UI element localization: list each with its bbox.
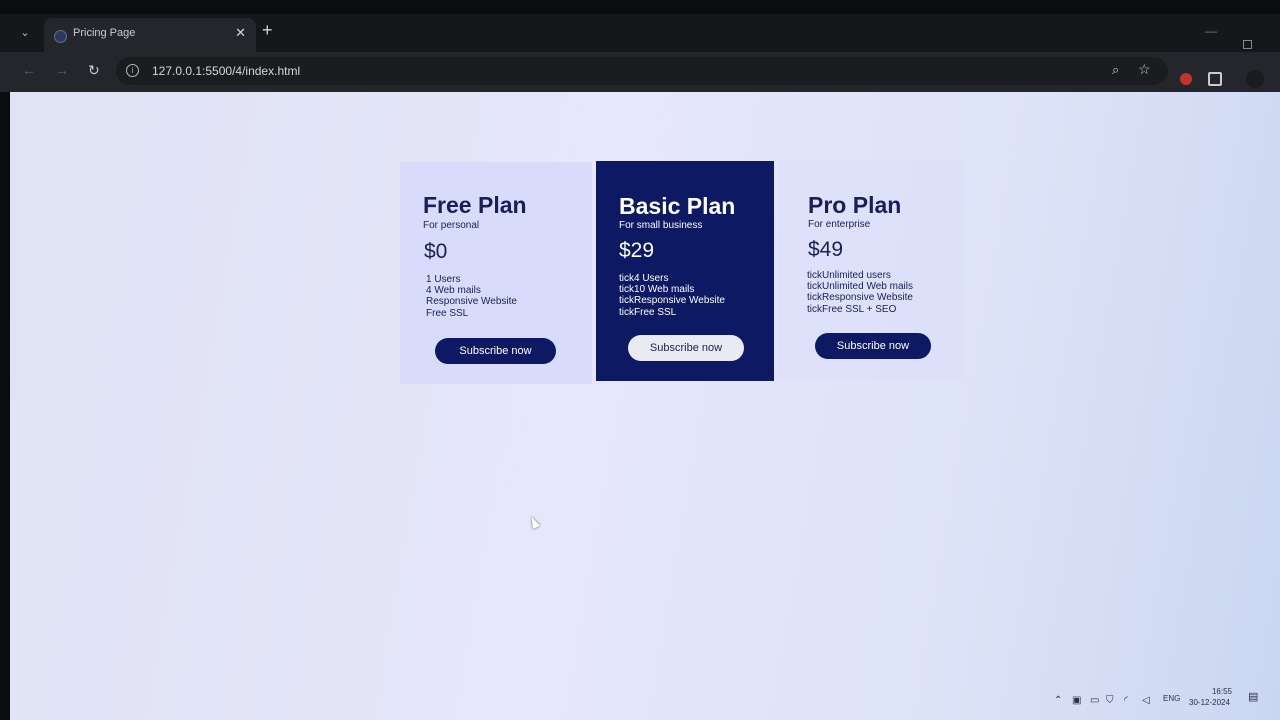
feature-item: tickResponsive Website (807, 292, 913, 304)
browser-tab[interactable]: Pricing Page ✕ (44, 18, 256, 52)
notification-icon[interactable]: ▤ (1248, 690, 1258, 703)
language-indicator[interactable]: ENG (1163, 694, 1180, 703)
feature-item: Free SSL (426, 307, 469, 319)
pricing-card-pro: Pro Plan For enterprise $49 tickUnlimite… (778, 160, 962, 380)
back-arrow-icon[interactable]: ← (22, 62, 36, 78)
plan-title: Basic Plan (619, 193, 736, 219)
security-icon[interactable]: ⛉ (1106, 695, 1114, 706)
mouse-cursor-icon (527, 514, 541, 530)
feature-item: tickFree SSL + SEO (807, 303, 897, 315)
close-tab-icon[interactable]: ✕ (235, 25, 246, 41)
profile-avatar[interactable] (1246, 70, 1264, 88)
pricing-card-basic: Basic Plan For small business $29 tick4 … (596, 161, 774, 381)
feature-item: tickFree SSL (619, 306, 677, 318)
plan-price: $49 (808, 238, 844, 261)
feature-list: 1 Users 4 Web mails Responsive Website F… (426, 274, 517, 319)
plan-title: Pro Plan (808, 192, 902, 218)
browser-toolbar: ← → ↻ i 127.0.0.1:5500/4/index.html ⌕ ☆ (0, 52, 1280, 92)
feature-item: 1 Users (426, 274, 461, 285)
feature-item: tick10 Web mails (619, 284, 695, 296)
plan-subtitle: For small business (619, 220, 703, 231)
extensions-puzzle-icon[interactable] (1208, 72, 1222, 86)
reload-icon[interactable]: ↻ (88, 62, 100, 79)
zoom-icon[interactable]: ⌕ (1112, 62, 1119, 78)
feature-item: tickUnlimited Web mails (807, 281, 913, 293)
tab-title: Pricing Page (73, 27, 136, 39)
subscribe-button[interactable]: Subscribe now (628, 335, 744, 361)
bookmark-star-icon[interactable]: ☆ (1138, 61, 1151, 78)
wifi-icon[interactable]: ◜ (1124, 695, 1128, 706)
feature-list: tickUnlimited users tickUnlimited Web ma… (807, 270, 913, 315)
plan-subtitle: For enterprise (808, 219, 871, 230)
new-tab-button[interactable]: + (262, 20, 273, 41)
plan-price: $0 (424, 240, 448, 263)
system-tray: ⌃ ▣ ▭ ⛉ ◜ ◁ ENG 16:55 30-12-2024 ▤ (1048, 687, 1273, 714)
forward-arrow-icon[interactable]: → (55, 62, 69, 78)
feature-item: 4 Web mails (426, 285, 481, 297)
minimize-icon[interactable]: — (1205, 24, 1217, 38)
clock-time[interactable]: 16:55 (1206, 687, 1238, 696)
feature-item: tick4 Users (619, 273, 669, 284)
url-text[interactable]: 127.0.0.1:5500/4/index.html (152, 64, 300, 78)
extension-icon[interactable] (1180, 73, 1192, 85)
site-info-icon[interactable]: i (126, 64, 139, 77)
plan-title: Free Plan (423, 192, 527, 218)
tab-search-chevron-icon[interactable]: ⌄ (14, 22, 36, 44)
globe-icon (54, 30, 67, 43)
plan-price: $29 (619, 239, 655, 262)
feature-item: tickResponsive Website (619, 295, 725, 307)
feature-item: Responsive Website (426, 296, 517, 308)
pricing-page: Free Plan For personal $0 1 Users 4 Web … (10, 92, 1280, 720)
browser-tab-bar: ⌄ Pricing Page ✕ + (0, 14, 1280, 52)
maximize-icon[interactable] (1243, 40, 1252, 49)
feature-item: tickUnlimited users (807, 270, 891, 281)
volume-icon[interactable]: ◁ (1142, 695, 1150, 706)
battery-icon[interactable]: ▭ (1090, 695, 1099, 706)
address-bar[interactable]: i 127.0.0.1:5500/4/index.html ⌕ ☆ (116, 57, 1168, 85)
subscribe-button[interactable]: Subscribe now (435, 338, 556, 364)
plan-subtitle: For personal (423, 220, 480, 231)
feature-list: tick4 Users tick10 Web mails tickRespons… (619, 273, 725, 318)
app-tray-icon[interactable]: ▣ (1072, 695, 1081, 706)
chevron-up-icon[interactable]: ⌃ (1054, 695, 1062, 706)
subscribe-button[interactable]: Subscribe now (815, 333, 931, 359)
clock-date[interactable]: 30-12-2024 (1189, 698, 1230, 707)
pricing-card-free: Free Plan For personal $0 1 Users 4 Web … (400, 162, 592, 384)
